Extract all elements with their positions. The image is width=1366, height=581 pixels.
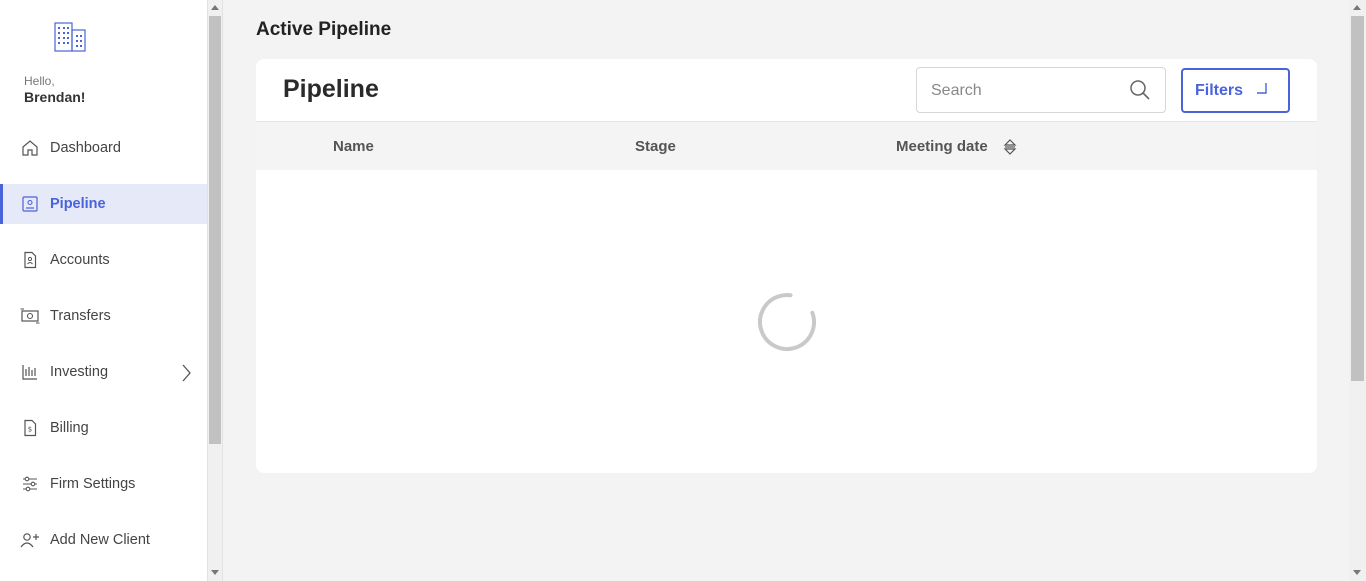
sidebar-item-firm-settings[interactable]: Firm Settings: [0, 464, 207, 504]
main-scrollbar[interactable]: [1349, 0, 1366, 581]
scrollbar-thumb[interactable]: [209, 16, 221, 444]
sidebar-item-investing[interactable]: Investing: [0, 352, 207, 392]
pipeline-card: Pipeline Filters Name Stage Meeting date: [256, 59, 1317, 473]
loading-spinner-icon: [758, 293, 816, 351]
greeting-text: Hello,: [24, 74, 55, 88]
search-input[interactable]: [931, 80, 1121, 102]
invoice-icon: $: [20, 418, 40, 438]
sidebar-item-label: Firm Settings: [50, 476, 136, 492]
add-user-icon: [20, 530, 40, 550]
sidebar-item-label: Dashboard: [50, 140, 121, 156]
chevron-right-icon: [182, 364, 191, 382]
scrollbar-thumb[interactable]: [1351, 16, 1364, 381]
search-icon[interactable]: [1129, 79, 1151, 101]
filters-button[interactable]: Filters: [1181, 68, 1290, 113]
scroll-up-arrow-icon[interactable]: [1353, 5, 1361, 10]
home-icon: [20, 138, 40, 158]
scroll-up-arrow-icon[interactable]: [211, 5, 219, 10]
sidebar-item-dashboard[interactable]: Dashboard: [0, 128, 207, 168]
chart-icon: [20, 362, 40, 382]
sidebar-item-label: Pipeline: [50, 196, 106, 212]
money-transfer-icon: [20, 306, 40, 326]
sort-icon[interactable]: [1003, 138, 1017, 156]
svg-text:$: $: [28, 426, 32, 434]
column-header-name[interactable]: Name: [333, 138, 374, 155]
column-header-meeting-date[interactable]: Meeting date: [896, 138, 988, 155]
sidebar-item-label: Accounts: [50, 252, 110, 268]
sidebar-item-pipeline[interactable]: Pipeline: [0, 184, 207, 224]
sidebar-item-label: Transfers: [50, 308, 111, 324]
column-header-stage[interactable]: Stage: [635, 138, 676, 155]
sidebar-item-label: Investing: [50, 364, 109, 380]
page-title: Active Pipeline: [256, 19, 392, 40]
sidebar: Hello, Brendan! Dashboard Pipeline Accou…: [0, 0, 207, 581]
username-text: Brendan!: [24, 89, 86, 105]
search-box[interactable]: [916, 67, 1166, 113]
building-logo-icon: [54, 22, 86, 52]
filter-toggle-icon: [1257, 83, 1267, 94]
sidebar-item-transfers[interactable]: Transfers: [0, 296, 207, 336]
contact-card-icon: [20, 194, 40, 214]
sidebar-item-label: Add New Client: [50, 532, 150, 548]
sidebar-item-billing[interactable]: $ Billing: [0, 408, 207, 448]
filters-label: Filters: [1195, 81, 1244, 99]
sidebar-item-accounts[interactable]: Accounts: [0, 240, 207, 280]
sliders-icon: [20, 474, 40, 494]
sidebar-item-label: Billing: [50, 420, 89, 436]
scroll-down-arrow-icon[interactable]: [1353, 570, 1361, 575]
sidebar-item-add-new-client[interactable]: Add New Client: [0, 520, 207, 560]
scroll-down-arrow-icon[interactable]: [211, 570, 219, 575]
document-icon: [20, 250, 40, 270]
table-header: Name Stage Meeting date: [256, 121, 1317, 170]
card-title: Pipeline: [283, 75, 379, 103]
sidebar-scrollbar[interactable]: [207, 0, 223, 581]
